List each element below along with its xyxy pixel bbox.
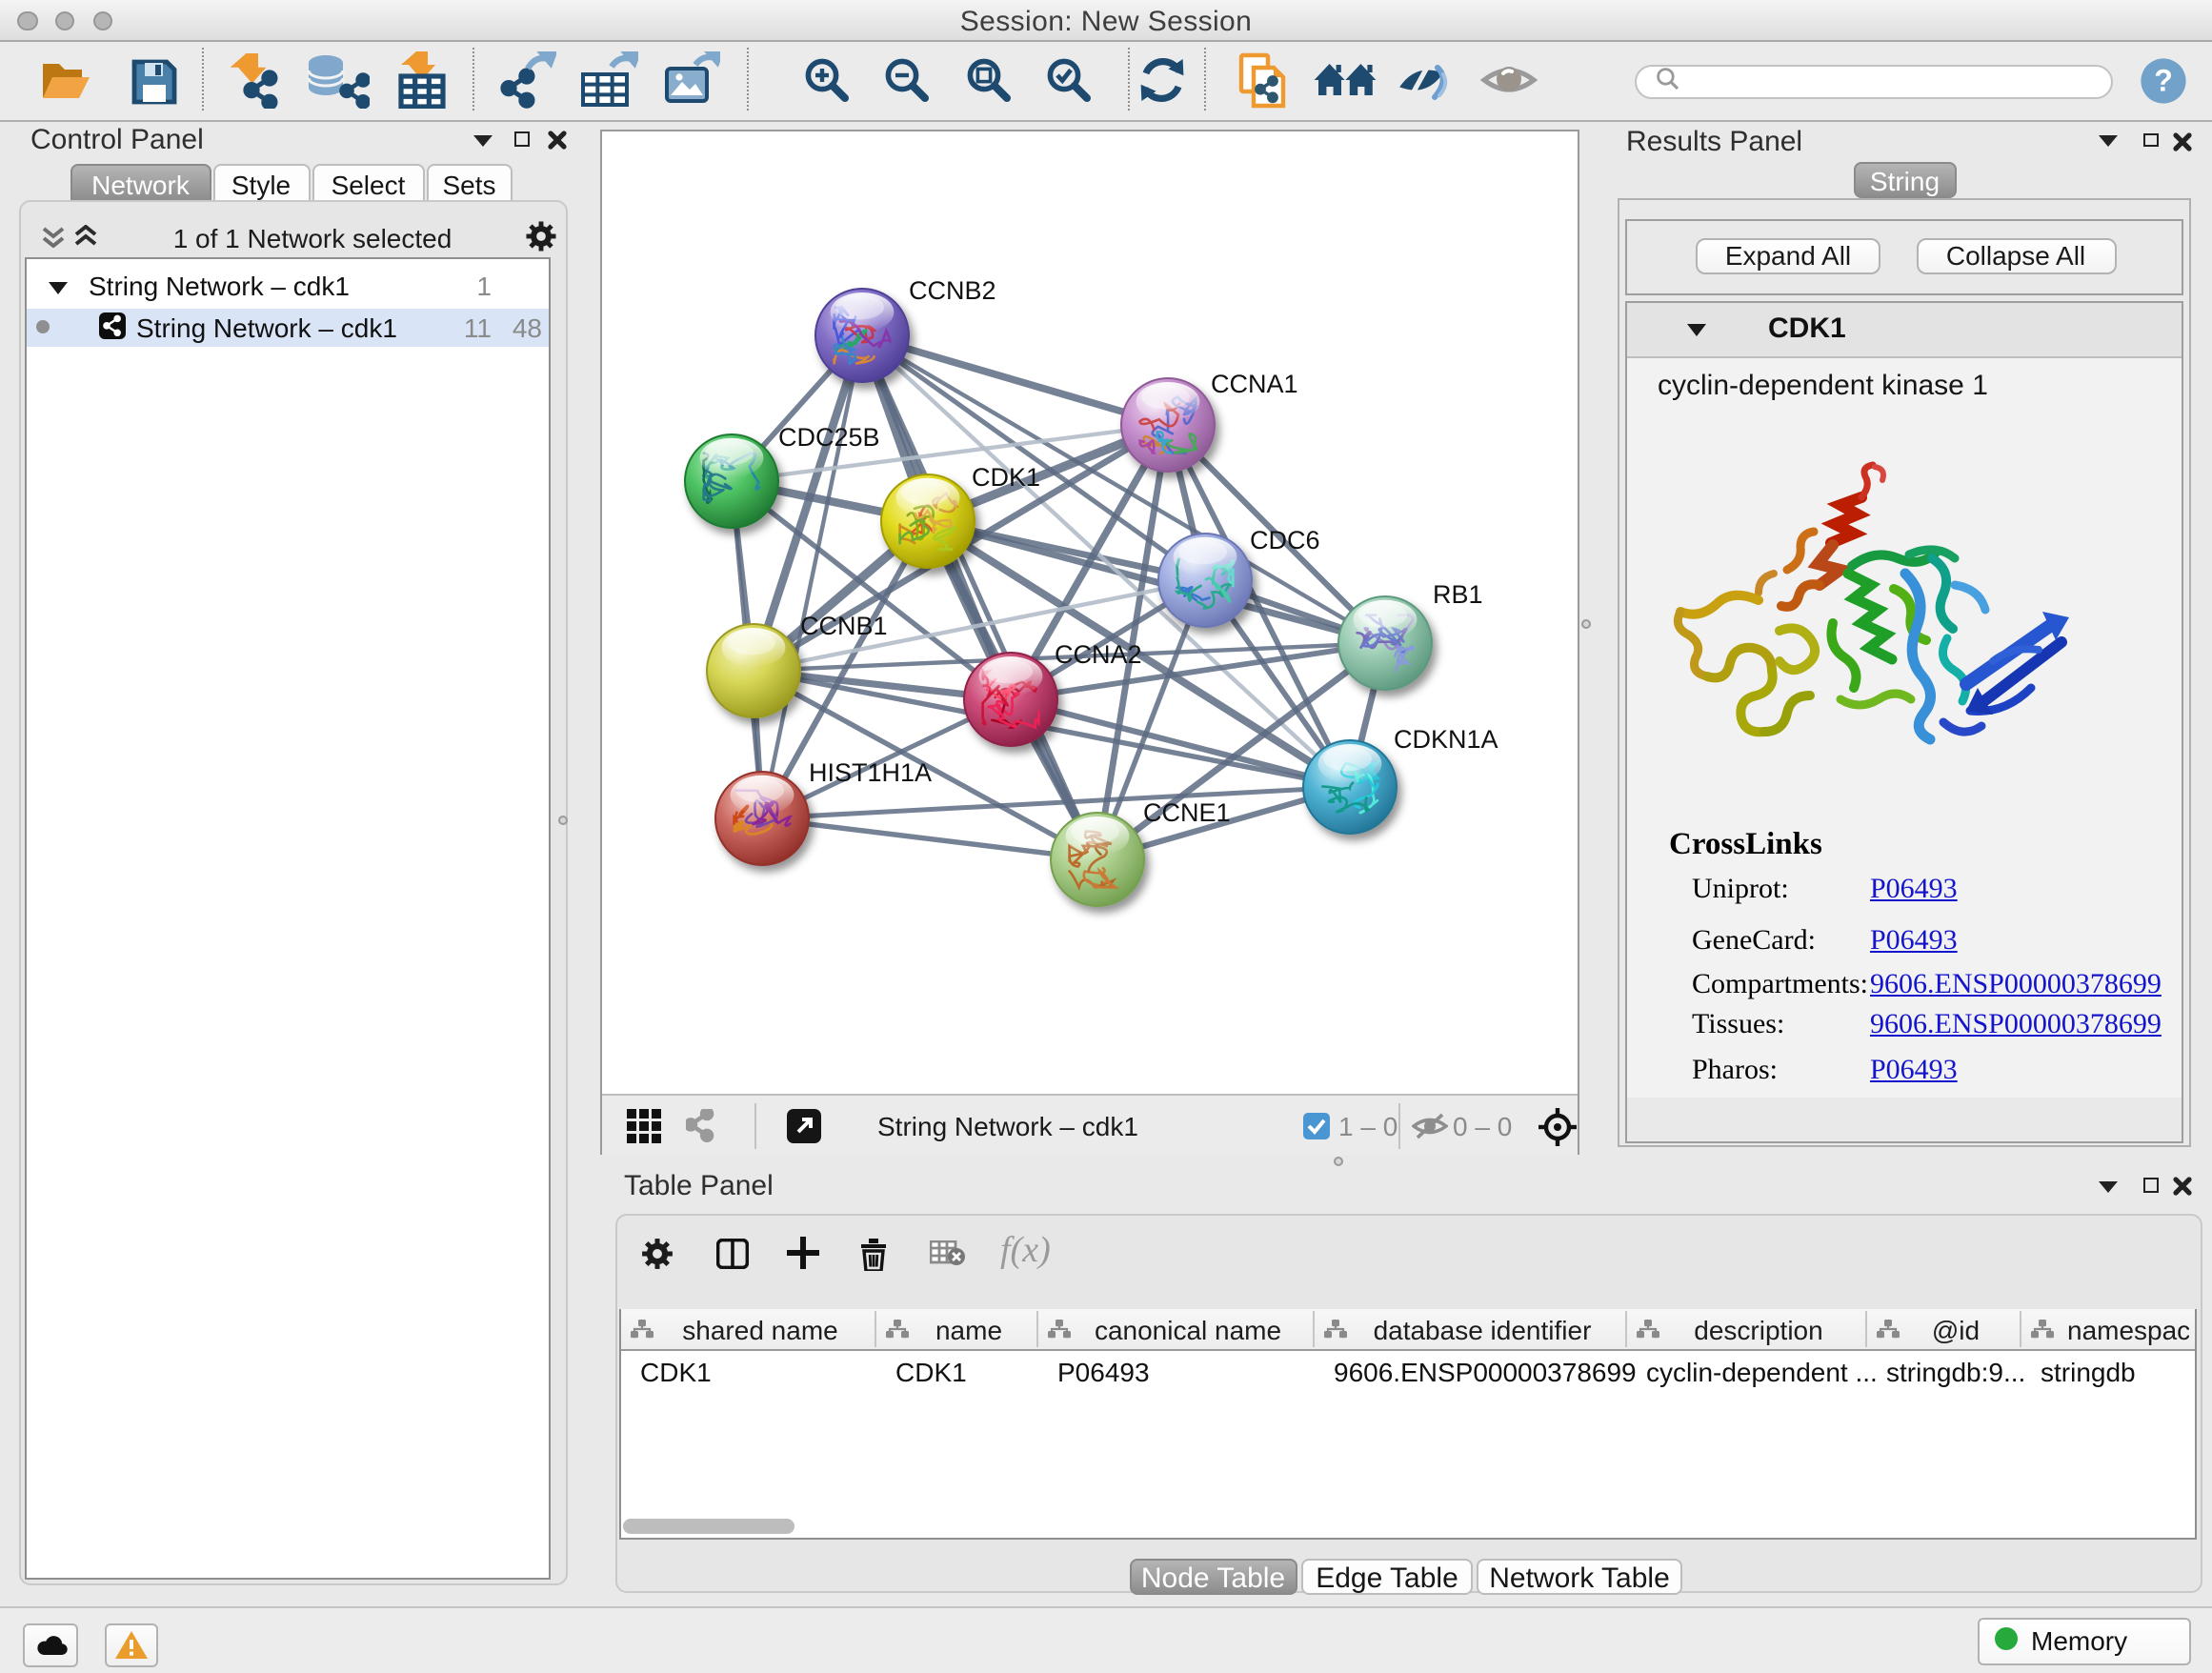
svg-text:CCNA2: CCNA2 [1054, 639, 1141, 668]
svg-text:CCNA1: CCNA1 [1210, 369, 1297, 397]
svg-text:HIST1H1A: HIST1H1A [808, 757, 931, 786]
svg-text:CDK1: CDK1 [971, 462, 1039, 491]
svg-text:CDC25B: CDC25B [777, 422, 879, 451]
svg-text:CCNE1: CCNE1 [1142, 797, 1230, 826]
svg-text:CCNB1: CCNB1 [799, 611, 887, 639]
svg-text:CDC6: CDC6 [1249, 525, 1319, 554]
svg-text:CDKN1A: CDKN1A [1393, 724, 1498, 753]
svg-text:?: ? [2154, 64, 2173, 98]
svg-text:RB1: RB1 [1432, 579, 1482, 608]
svg-text:CCNB2: CCNB2 [908, 275, 995, 304]
